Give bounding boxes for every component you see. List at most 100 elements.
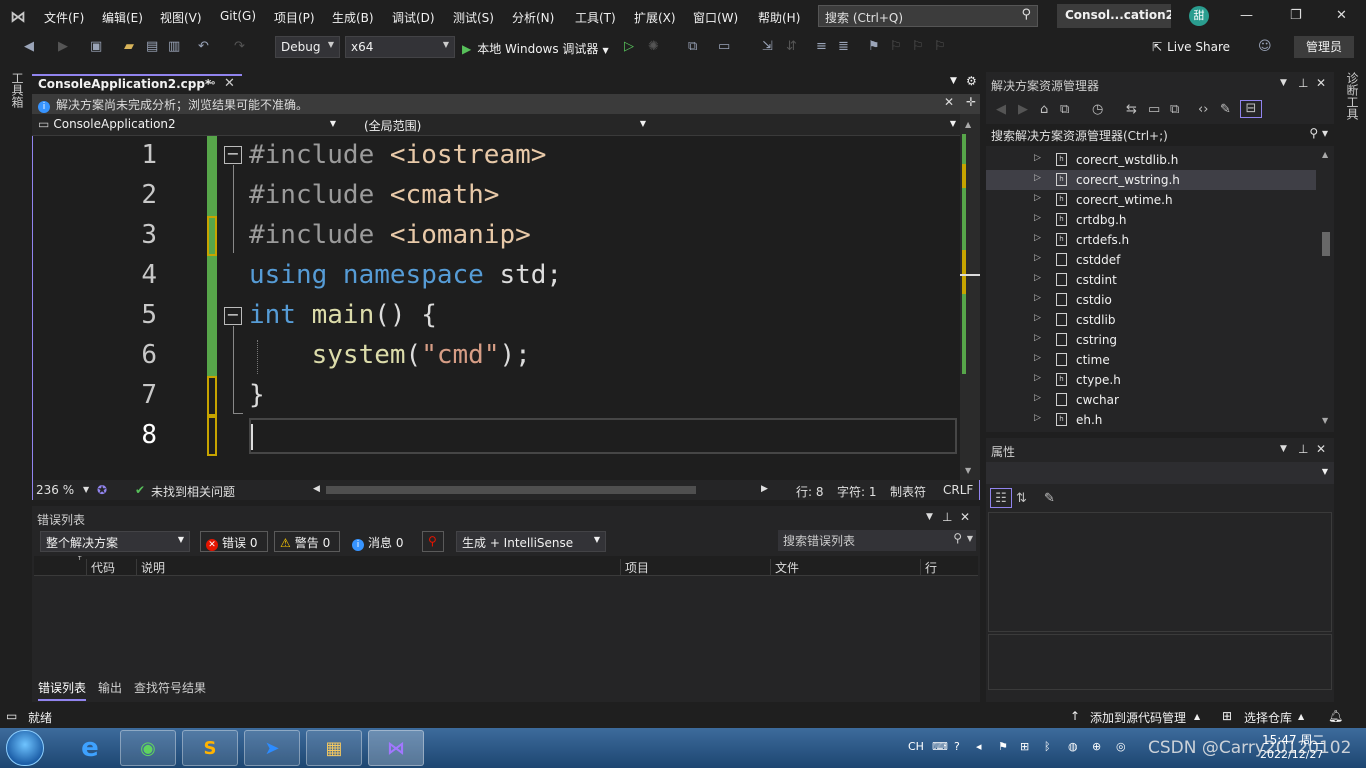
step-icon[interactable]: ⇲ (762, 39, 773, 54)
properties-icon[interactable]: ✎ (1220, 102, 1231, 117)
expand-icon[interactable]: ▷ (1034, 253, 1041, 263)
panel-menu-icon[interactable]: ▼ (1280, 78, 1287, 88)
menu-item-4[interactable]: 项目(P) (274, 9, 315, 26)
expand-icon[interactable]: ▷ (1034, 393, 1041, 403)
window-layout-icon[interactable]: ▭ (718, 39, 730, 54)
column-line[interactable]: 行 (920, 559, 937, 575)
menu-item-12[interactable]: 帮助(H) (758, 9, 800, 26)
scroll-left-icon[interactable]: ◀ (313, 484, 320, 494)
scroll-right-icon[interactable]: ▶ (761, 484, 768, 494)
tab-output[interactable]: 输出 (98, 679, 122, 696)
input-language[interactable]: CH (908, 740, 924, 753)
solution-explorer-search-input[interactable]: 搜索解决方案资源管理器(Ctrl+;) ⚲ ▾ (986, 124, 1334, 146)
back-icon[interactable]: ◀ (996, 102, 1006, 117)
char-indicator[interactable]: 字符: 1 (837, 483, 877, 500)
global-search-input[interactable]: 搜索 (Ctrl+Q) ⚲ (818, 5, 1038, 27)
zoom-level[interactable]: 236 % (36, 483, 74, 497)
ie-icon[interactable]: e (62, 730, 118, 766)
collapse-include-icon[interactable]: − (224, 146, 242, 164)
column-project[interactable]: 项目 (620, 559, 649, 575)
prev-bookmark-icon[interactable]: ⚐ (890, 39, 902, 54)
solution-explorer-scroll-thumb[interactable] (1322, 232, 1330, 256)
tree-item[interactable]: ▷ h ctype.h (986, 370, 1316, 390)
expand-icon[interactable]: ▷ (1034, 273, 1041, 283)
save-all-icon[interactable]: ▥ (168, 39, 180, 54)
split-icon[interactable]: ✛ (966, 95, 976, 109)
clock-time[interactable]: 15:47 周二 (1262, 731, 1324, 748)
menu-item-3[interactable]: Git(G) (220, 9, 256, 23)
error-list-search-input[interactable]: 搜索错误列表 ⚲ ▼ (778, 530, 976, 551)
code-line[interactable]: 5 int main() { (33, 298, 961, 338)
output-icon[interactable]: ▭ (6, 709, 17, 723)
tree-item[interactable]: ▷ h crtdbg.h (986, 210, 1316, 230)
code-line[interactable]: 2 #include <cmath> (33, 178, 961, 218)
redo-icon[interactable]: ↷ (234, 39, 245, 54)
help-icon[interactable]: ? (954, 740, 960, 753)
start-debugging-button[interactable]: ▶ 本地 Windows 调试器 ▼ (462, 40, 609, 57)
code-line[interactable]: 4 using namespace std; (33, 258, 961, 298)
comment-icon[interactable]: ≡ (816, 39, 827, 54)
expand-icon[interactable]: ▷ (1034, 293, 1041, 303)
scroll-down-icon[interactable]: ▼ (1322, 416, 1328, 425)
editor-vertical-scrollbar[interactable]: ▲ ▼ (960, 114, 980, 480)
back-icon[interactable]: ◀ (24, 39, 34, 54)
tree-item[interactable]: ▷ cstdio (986, 290, 1316, 310)
tree-item[interactable]: ▷ cstring (986, 330, 1316, 350)
alphabetical-icon[interactable]: ⇅ (1016, 491, 1027, 506)
view-code-icon[interactable]: ‹› (1198, 102, 1208, 117)
start-button[interactable] (6, 730, 44, 766)
panel-menu-icon[interactable]: ▼ (926, 512, 933, 522)
close-window-icon[interactable]: ✕ (1336, 8, 1347, 23)
diagnostics-tab[interactable]: 诊断工具 (1344, 72, 1361, 120)
close-panel-icon[interactable]: ✕ (960, 510, 970, 524)
indent-mode[interactable]: 制表符 (890, 483, 926, 500)
tree-item[interactable]: ▷ cstddef (986, 250, 1316, 270)
categorized-icon[interactable]: ☷ (990, 488, 1012, 508)
collapse-main-icon[interactable]: − (224, 307, 242, 325)
issues-status[interactable]: 未找到相关问题 (151, 483, 235, 500)
next-bookmark-icon[interactable]: ⚐ (912, 39, 924, 54)
notifications-icon[interactable]: 🔔︎ (1328, 709, 1343, 723)
repository-dropdown-icon[interactable]: ▲ (1298, 712, 1304, 721)
keyboard-icon[interactable]: ⌨ (932, 740, 948, 753)
start-without-debugging-icon[interactable]: ▷ (624, 39, 634, 54)
network-icon[interactable]: ◎ (1116, 740, 1126, 753)
pending-changes-icon[interactable]: ◷ (1092, 102, 1103, 117)
solution-explorer-scrollbar[interactable]: ▲ ▼ (1320, 150, 1332, 428)
source-control-dropdown-icon[interactable]: ▲ (1194, 712, 1200, 721)
sort-icon[interactable]: ᵀ (74, 556, 81, 572)
tree-item[interactable]: ▷ h corecrt_wstring.h (986, 170, 1316, 190)
search-options-icon[interactable]: ▼ (967, 534, 973, 543)
expand-icon[interactable]: ▷ (1034, 213, 1041, 223)
menu-item-10[interactable]: 扩展(X) (634, 9, 676, 26)
expand-icon[interactable]: ▷ (1034, 313, 1041, 323)
pin-icon[interactable]: ⊥ (1298, 442, 1308, 456)
browser-icon[interactable]: ◉ (120, 730, 176, 766)
messages-filter-button[interactable]: i 消息 0 (346, 531, 412, 552)
menu-item-9[interactable]: 工具(T) (575, 9, 616, 26)
expand-icon[interactable]: ▷ (1034, 373, 1041, 383)
source-select[interactable]: 生成 + IntelliSense ▼ (456, 531, 606, 552)
line-ending[interactable]: CRLF (943, 483, 973, 497)
switch-views-icon[interactable]: ⧉ (1060, 102, 1069, 117)
show-all-files-icon[interactable]: ⧉ (1170, 102, 1179, 117)
home-icon[interactable]: ⌂ (1040, 102, 1048, 117)
close-panel-icon[interactable]: ✕ (1316, 442, 1326, 456)
open-folder-icon[interactable]: ▰ (124, 39, 134, 54)
uncomment-icon[interactable]: ≣ (838, 39, 849, 54)
tree-item[interactable]: ▷ cwchar (986, 390, 1316, 410)
expand-icon[interactable]: ▷ (1034, 353, 1041, 363)
close-tab-icon[interactable]: ✕ (224, 76, 235, 91)
tree-item[interactable]: ▷ h crtdefs.h (986, 230, 1316, 250)
tree-item[interactable]: ▷ h corecrt_wtime.h (986, 190, 1316, 210)
collapse-all-icon[interactable]: ▭ (1148, 102, 1160, 117)
code-line[interactable]: 7} (33, 378, 961, 418)
intellicode-icon[interactable]: ✪ (97, 483, 107, 497)
line-indicator[interactable]: 行: 8 (796, 483, 824, 500)
expand-icon[interactable]: ▷ (1034, 333, 1041, 343)
pin-icon[interactable]: ⊥ (1298, 76, 1308, 90)
feishu-icon[interactable]: ➤ (244, 730, 300, 766)
sublime-icon[interactable]: S (182, 730, 238, 766)
property-pages-icon[interactable]: ✎ (1044, 491, 1055, 506)
file-explorer-icon[interactable]: ▦ (306, 730, 362, 766)
